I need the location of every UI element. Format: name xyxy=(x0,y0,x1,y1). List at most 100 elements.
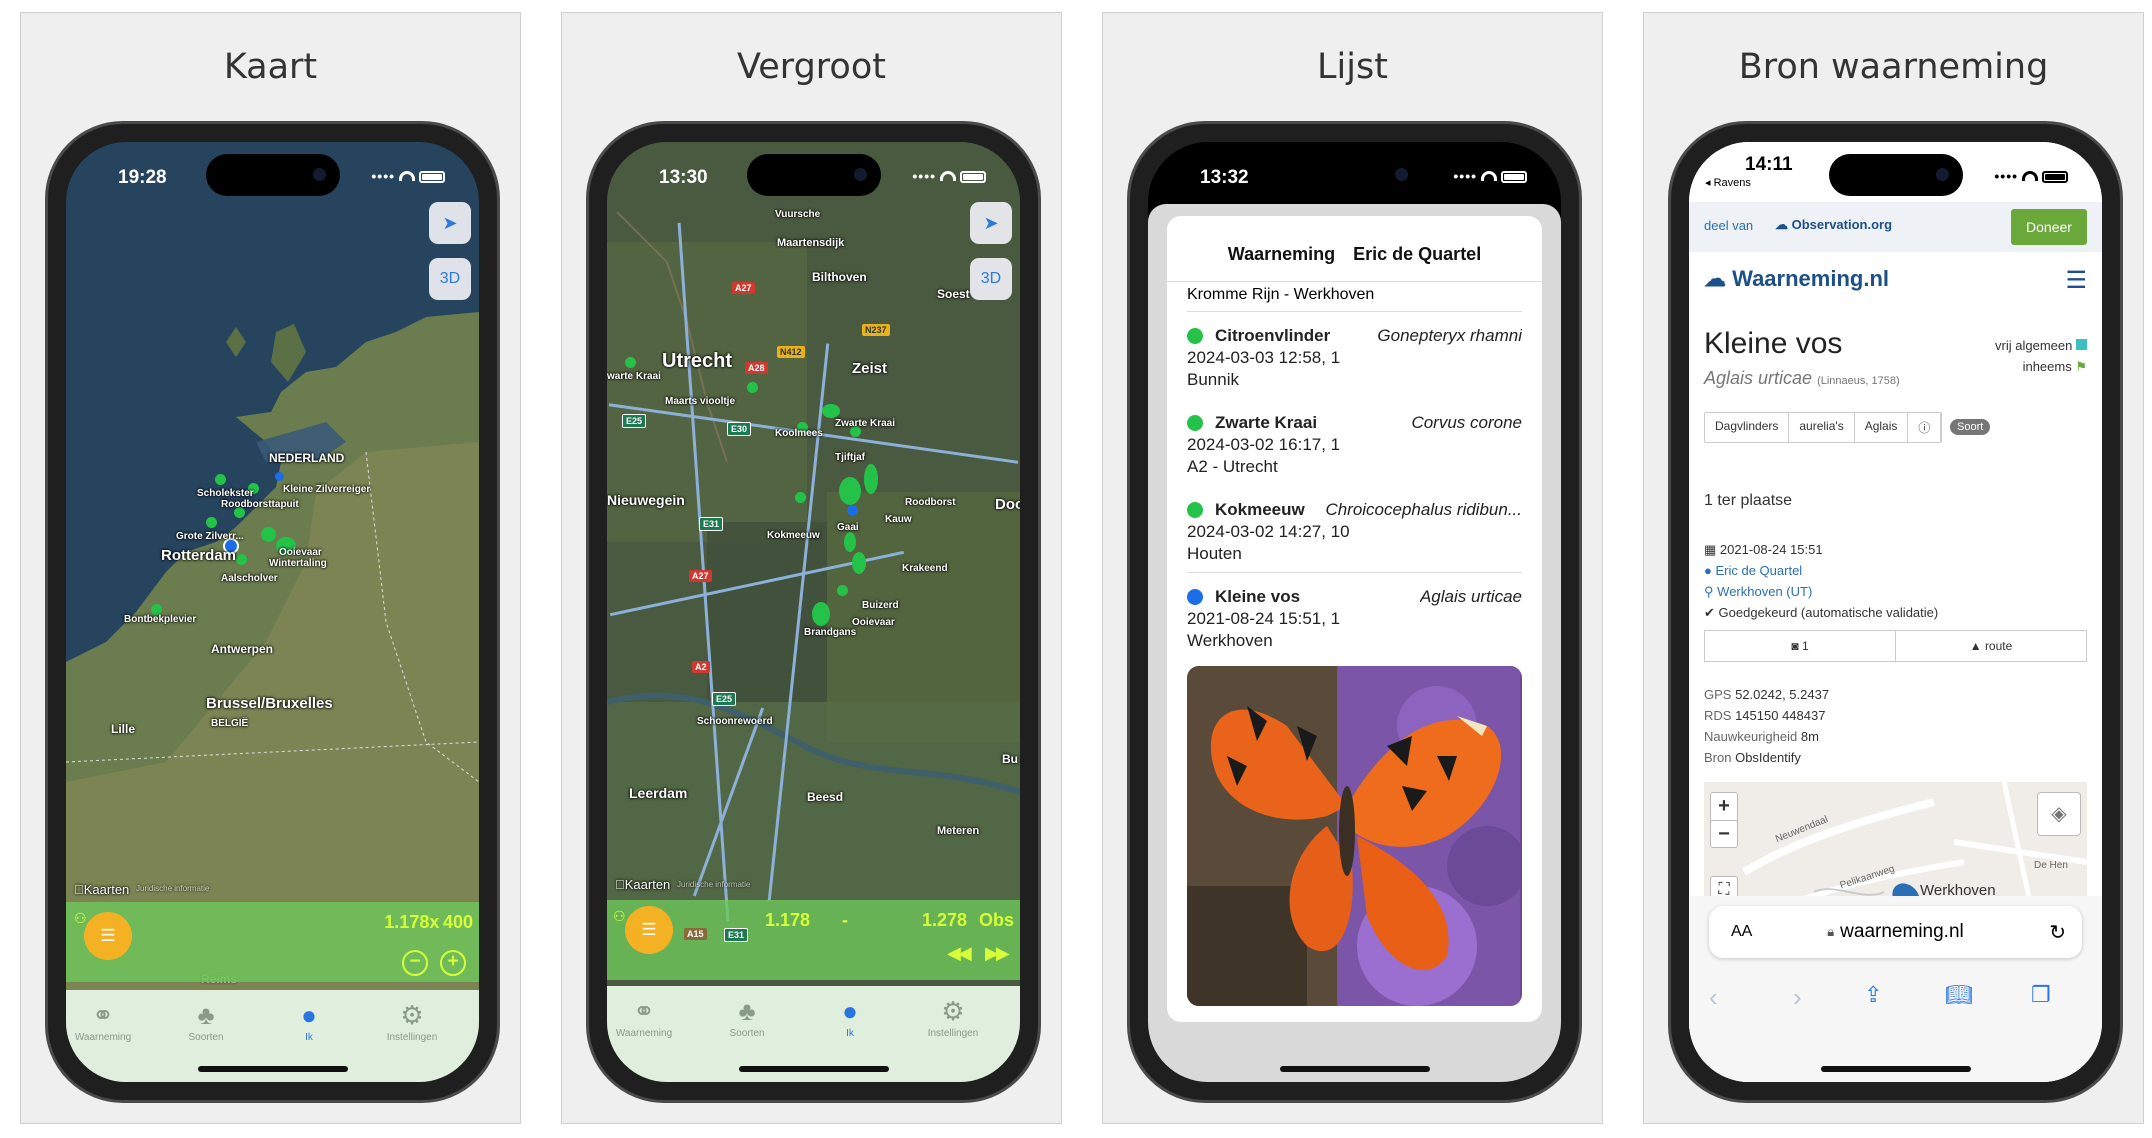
observation-dot[interactable] xyxy=(215,474,226,485)
observation-cluster[interactable] xyxy=(812,602,830,626)
fast-forward-icon[interactable]: ▶▶ xyxy=(985,943,1010,964)
legal-link[interactable]: Juridische informatie xyxy=(677,880,750,889)
legal-link[interactable]: Juridische informatie xyxy=(136,884,209,893)
observation-dot[interactable] xyxy=(747,382,758,393)
butterfly-photo[interactable] xyxy=(1187,666,1522,1006)
observation-org-link[interactable]: ☁ Observation.org xyxy=(1775,217,1892,233)
share-icon[interactable]: ⇪ xyxy=(1864,982,1882,1008)
observation-dot[interactable] xyxy=(236,554,247,565)
list-item[interactable]: Zwarte Kraai Corvus corone 2024-03-02 16… xyxy=(1187,399,1522,486)
list-fab-button[interactable]: ☰ xyxy=(625,906,673,954)
place-link[interactable]: ⚲ Werkhoven (UT) xyxy=(1704,584,1812,600)
map-label: Schoonrewoerd xyxy=(697,716,773,727)
tag-aurelias[interactable]: aurelia's xyxy=(1789,413,1855,442)
user-icon[interactable]: ⚇ xyxy=(74,910,87,927)
site-top-bar: deel van ☁ Observation.org Doneer xyxy=(1689,202,2102,252)
layers-icon[interactable]: ◈ xyxy=(2037,792,2081,836)
status-native: inheems ⚑ xyxy=(2022,359,2087,374)
observation-dot[interactable] xyxy=(206,517,217,528)
reload-icon[interactable]: ↻ xyxy=(2049,920,2066,945)
zoom-out-button[interactable]: − xyxy=(402,950,428,976)
tabs-icon[interactable]: ❐ xyxy=(2031,982,2051,1008)
tab-ik[interactable]: ● Ik xyxy=(259,998,359,1043)
location: Werkhoven xyxy=(1187,631,1273,650)
list-fab-button[interactable]: ☰ xyxy=(84,912,132,960)
road-sign: A27 xyxy=(732,282,755,294)
map-3d-button[interactable]: 3D xyxy=(429,258,471,300)
map-zoom-in-button[interactable]: + xyxy=(1711,793,1737,821)
map-label: Antwerpen xyxy=(211,642,274,656)
map-label: Kokmeeuw xyxy=(767,530,820,541)
scientific-name: Gonepteryx rhamni xyxy=(1377,326,1522,345)
user-icon[interactable]: ⚇ xyxy=(613,908,626,925)
observation-dot[interactable] xyxy=(625,357,636,368)
tab-soorten[interactable]: ♣ Soorten xyxy=(156,998,256,1043)
info-icon[interactable]: ⓘ xyxy=(1908,413,1942,442)
back-chevron-icon[interactable]: ‹ xyxy=(1709,982,1718,1013)
tab-instellingen[interactable]: ⚙ Instellingen xyxy=(903,994,1003,1039)
observation-cluster[interactable] xyxy=(822,404,840,418)
bookmarks-icon[interactable]: 📖︎ xyxy=(1945,982,1973,1008)
locate-button[interactable]: ➤ xyxy=(970,202,1012,244)
road-sign: A2 xyxy=(692,661,710,673)
map-3d-button[interactable]: 3D xyxy=(970,258,1012,300)
battery-icon xyxy=(1501,171,1527,184)
battery-icon xyxy=(960,171,986,184)
zoom-in-button[interactable]: + xyxy=(440,950,466,976)
road-sign: A27 xyxy=(689,570,712,582)
tab-waarneming[interactable]: ⚭ Waarneming xyxy=(66,998,153,1043)
observation-cluster[interactable] xyxy=(852,552,866,574)
own-observation-dot[interactable] xyxy=(275,472,284,481)
rewind-icon[interactable]: ◀◀ xyxy=(947,943,972,964)
map-label: BELGIË xyxy=(211,718,249,729)
gear-icon: ⚙ xyxy=(400,1000,424,1030)
zoom-readout-left: 1.178 xyxy=(765,910,811,930)
doneer-button[interactable]: Doneer xyxy=(2011,209,2087,245)
list-item[interactable]: Kokmeeuw Chroicocephalus ridibun... 2024… xyxy=(1187,486,1522,573)
gear-icon: ⚙ xyxy=(941,996,965,1026)
hamburger-menu-icon[interactable]: ☰ xyxy=(2065,266,2087,295)
map-label: Tjiftjaf xyxy=(835,452,865,463)
list-item[interactable]: Kleine vos Aglais urticae 2021-08-24 15:… xyxy=(1187,573,1522,660)
map-label: Ooievaar xyxy=(279,547,322,558)
site-logo[interactable]: ☁ Waarneming.nl xyxy=(1704,266,1889,292)
observation-dot[interactable] xyxy=(795,492,806,503)
map-label: Brandgans xyxy=(804,627,857,638)
panel-title: Bron waarneming xyxy=(1738,47,2049,87)
observation-dot[interactable] xyxy=(261,527,276,542)
cloud-icon: ☁ xyxy=(1704,266,1726,291)
tab-instellingen[interactable]: ⚙ Instellingen xyxy=(362,998,462,1043)
status-icons: •••• xyxy=(912,168,986,184)
map-zoom-out-button[interactable]: − xyxy=(1711,821,1737,848)
tab-waarneming[interactable]: ⚭ Waarneming xyxy=(607,994,694,1039)
observation-cluster[interactable] xyxy=(864,464,878,494)
route-button[interactable]: ▲ route xyxy=(1896,631,2086,661)
dynamic-island xyxy=(1287,154,1422,196)
zoom-readout-right: 1.278 xyxy=(922,910,968,930)
own-observation-dot[interactable] xyxy=(847,505,858,516)
wifi-icon xyxy=(1481,171,1497,181)
observation-cluster[interactable] xyxy=(844,532,856,552)
observation-cluster[interactable] xyxy=(839,477,861,505)
date-count: 2021-08-24 15:51, 1 xyxy=(1187,609,1341,628)
tag-aglais[interactable]: Aglais xyxy=(1855,413,1909,442)
tag-dagvlinders[interactable]: Dagvlinders xyxy=(1705,413,1790,442)
rds-row: RDS 145150 448437 xyxy=(1704,708,1826,723)
photos-button[interactable]: ◙ 1 xyxy=(1705,631,1896,661)
observation-dot[interactable] xyxy=(837,585,848,596)
tab-ik[interactable]: ● Ik xyxy=(800,994,900,1039)
map-street-label: De Hen xyxy=(2034,860,2068,871)
locate-button[interactable]: ➤ xyxy=(429,202,471,244)
tab-soorten[interactable]: ♣ Soorten xyxy=(697,994,797,1039)
maps-attribution: Kaarten xyxy=(615,877,670,892)
observer-link[interactable]: ● Eric de Quartel xyxy=(1704,563,1802,578)
back-to-app-link[interactable]: ◂ Ravens xyxy=(1705,176,1751,189)
forward-chevron-icon[interactable]: › xyxy=(1793,982,1802,1013)
sheet-header: Waarneming Eric de Quartel xyxy=(1167,216,1542,282)
date-count: 2024-03-02 16:17, 1 xyxy=(1187,435,1341,454)
address-bar[interactable]: AA 🔒︎ waarneming.nl ↻ xyxy=(1709,906,2082,958)
list-item[interactable]: Citroenvlinder Gonepteryx rhamni 2024-03… xyxy=(1187,312,1522,399)
wifi-icon xyxy=(940,171,956,181)
lock-icon: 🔒︎ xyxy=(1827,924,1835,939)
reader-aa-button[interactable]: AA xyxy=(1731,923,1752,941)
